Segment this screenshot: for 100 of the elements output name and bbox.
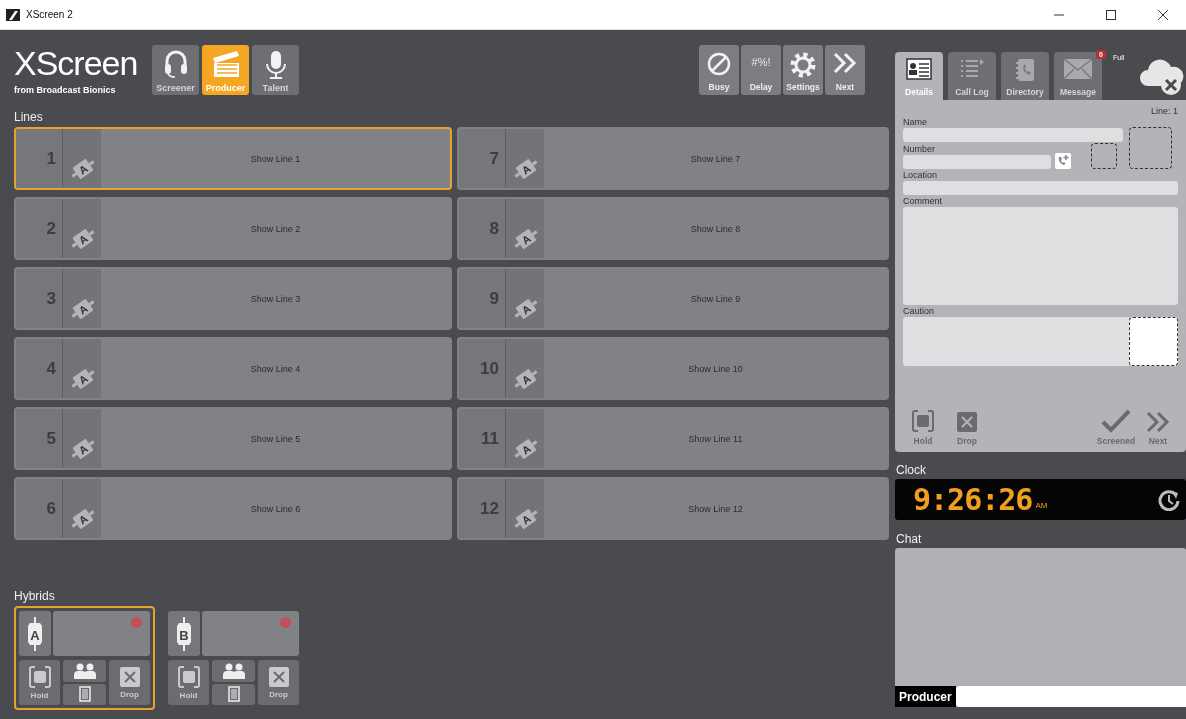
plug-icon: A: [512, 157, 540, 181]
field-label: Location: [903, 170, 939, 180]
photo-drop-zone[interactable]: [1091, 143, 1117, 169]
line-label: Show Line 9: [689, 292, 742, 306]
line-label: Show Line 6: [249, 502, 302, 516]
field-label: Comment: [903, 196, 943, 206]
line-number: 2: [16, 199, 63, 258]
line-label: Show Line 2: [249, 222, 302, 236]
logo-tagline: from Broadcast Bionics: [14, 85, 117, 95]
line-label: Show Line 4: [249, 362, 302, 376]
line-number: 6: [16, 479, 63, 538]
line-label: Show Line 10: [687, 362, 744, 376]
line-tile[interactable]: 5 A Show Line 5: [14, 407, 452, 470]
contact-card-icon: [906, 58, 932, 80]
app-logo-icon: [6, 8, 20, 21]
settings-icon: [790, 52, 816, 78]
plug-icon: A: [69, 507, 97, 531]
line-tile[interactable]: 8 A Show Line 8: [457, 197, 889, 260]
chat-input[interactable]: [955, 686, 1186, 707]
line-number: 1: [16, 129, 63, 188]
close-square-icon: [267, 666, 290, 688]
line-tile[interactable]: 1 A Show Line 1: [14, 127, 452, 190]
field-label: Number: [903, 144, 936, 154]
clock-ampm: AM: [1035, 501, 1048, 511]
list-icon: [959, 58, 985, 80]
text-field[interactable]: [903, 207, 1178, 305]
text-field[interactable]: [903, 155, 1051, 169]
section-title: Lines: [14, 110, 44, 124]
trash-icon: [78, 686, 91, 703]
no-entry-icon: [707, 52, 731, 76]
toolbar-button[interactable]: Next: [825, 45, 865, 95]
plug-icon: A: [69, 367, 97, 391]
mode-tab[interactable]: Screener: [152, 45, 199, 95]
line-tile[interactable]: 6 A Show Line 6: [14, 477, 452, 540]
plug-icon: A: [512, 507, 540, 531]
line-tile[interactable]: 2 A Show Line 2: [14, 197, 452, 260]
microphone-icon: [264, 50, 287, 80]
maximize-icon: [1106, 9, 1116, 20]
hold-icon: [911, 409, 935, 434]
section-title: Chat: [896, 532, 923, 547]
checkmark-icon: [1101, 409, 1131, 434]
plug-icon: A: [69, 297, 97, 321]
plug-icon: A: [512, 437, 540, 461]
clapperboard-icon: [210, 50, 241, 78]
field-label: Name: [903, 117, 928, 127]
hold-icon: [27, 665, 52, 689]
panel-tab[interactable]: Details: [895, 52, 943, 100]
line-number: 8: [459, 199, 506, 258]
field-label: Caution: [903, 306, 936, 316]
text-field[interactable]: [903, 128, 1123, 142]
line-number: 4: [16, 339, 63, 398]
plug-icon: A: [512, 297, 540, 321]
hold-icon: [176, 665, 201, 689]
line-tile[interactable]: 10 A Show Line 10: [457, 337, 889, 400]
line-label: Show Line 12: [687, 502, 744, 516]
image-drop-zone[interactable]: [1129, 317, 1178, 366]
line-label: Show Line 5: [249, 432, 302, 446]
window-title: XScreen 2: [26, 9, 74, 20]
line-number: 7: [459, 129, 506, 188]
panel-tab[interactable]: Directory: [1001, 52, 1049, 100]
plug-icon: A: [512, 367, 540, 391]
line-tile[interactable]: 3 A Show Line 3: [14, 267, 452, 330]
mode-tab[interactable]: Talent: [252, 45, 299, 95]
line-number: 12: [459, 479, 506, 538]
line-number: 11: [459, 409, 506, 468]
mode-tab[interactable]: Producer: [202, 45, 249, 95]
plug-icon: A: [69, 437, 97, 461]
close-square-icon: [956, 411, 978, 434]
close-square-icon: [118, 666, 141, 688]
toolbar-button[interactable]: Settings: [783, 45, 823, 95]
plug-icon: A: [512, 227, 540, 251]
line-tile[interactable]: 4 A Show Line 4: [14, 337, 452, 400]
line-label: Show Line 8: [689, 222, 742, 236]
headset-icon: [162, 50, 189, 78]
line-number: 9: [459, 269, 506, 328]
double-chevron-icon: [1145, 411, 1171, 434]
line-tile[interactable]: 7 A Show Line 7: [457, 127, 889, 190]
address-book-icon: [1014, 58, 1036, 82]
photo-drop-zone[interactable]: [1129, 127, 1172, 169]
section-title: Clock: [896, 463, 927, 478]
people-icon: [73, 662, 96, 679]
line-label: Show Line 1: [249, 152, 302, 166]
clock-sync-icon: [1158, 488, 1180, 511]
line-tile[interactable]: 12 A Show Line 12: [457, 477, 889, 540]
line-label: Show Line 11: [687, 432, 744, 446]
line-label: Show Line 3: [249, 292, 302, 306]
line-tile[interactable]: 11 A Show Line 11: [457, 407, 889, 470]
toolbar-button[interactable]: #%! Delay: [741, 45, 781, 95]
status-dot: [131, 617, 142, 628]
plug-icon: A: [69, 227, 97, 251]
text-field[interactable]: [903, 181, 1178, 195]
status-dot: [280, 617, 291, 628]
panel-tab[interactable]: Call Log: [948, 52, 996, 100]
add-contact-icon: [1055, 153, 1071, 169]
text-field[interactable]: [903, 317, 1129, 366]
line-number: 3: [16, 269, 63, 328]
line-indicator: Line: 1: [1150, 106, 1178, 116]
line-tile[interactable]: 9 A Show Line 9: [457, 267, 889, 330]
line-label: Show Line 7: [689, 152, 742, 166]
toolbar-button[interactable]: Busy: [699, 45, 739, 95]
